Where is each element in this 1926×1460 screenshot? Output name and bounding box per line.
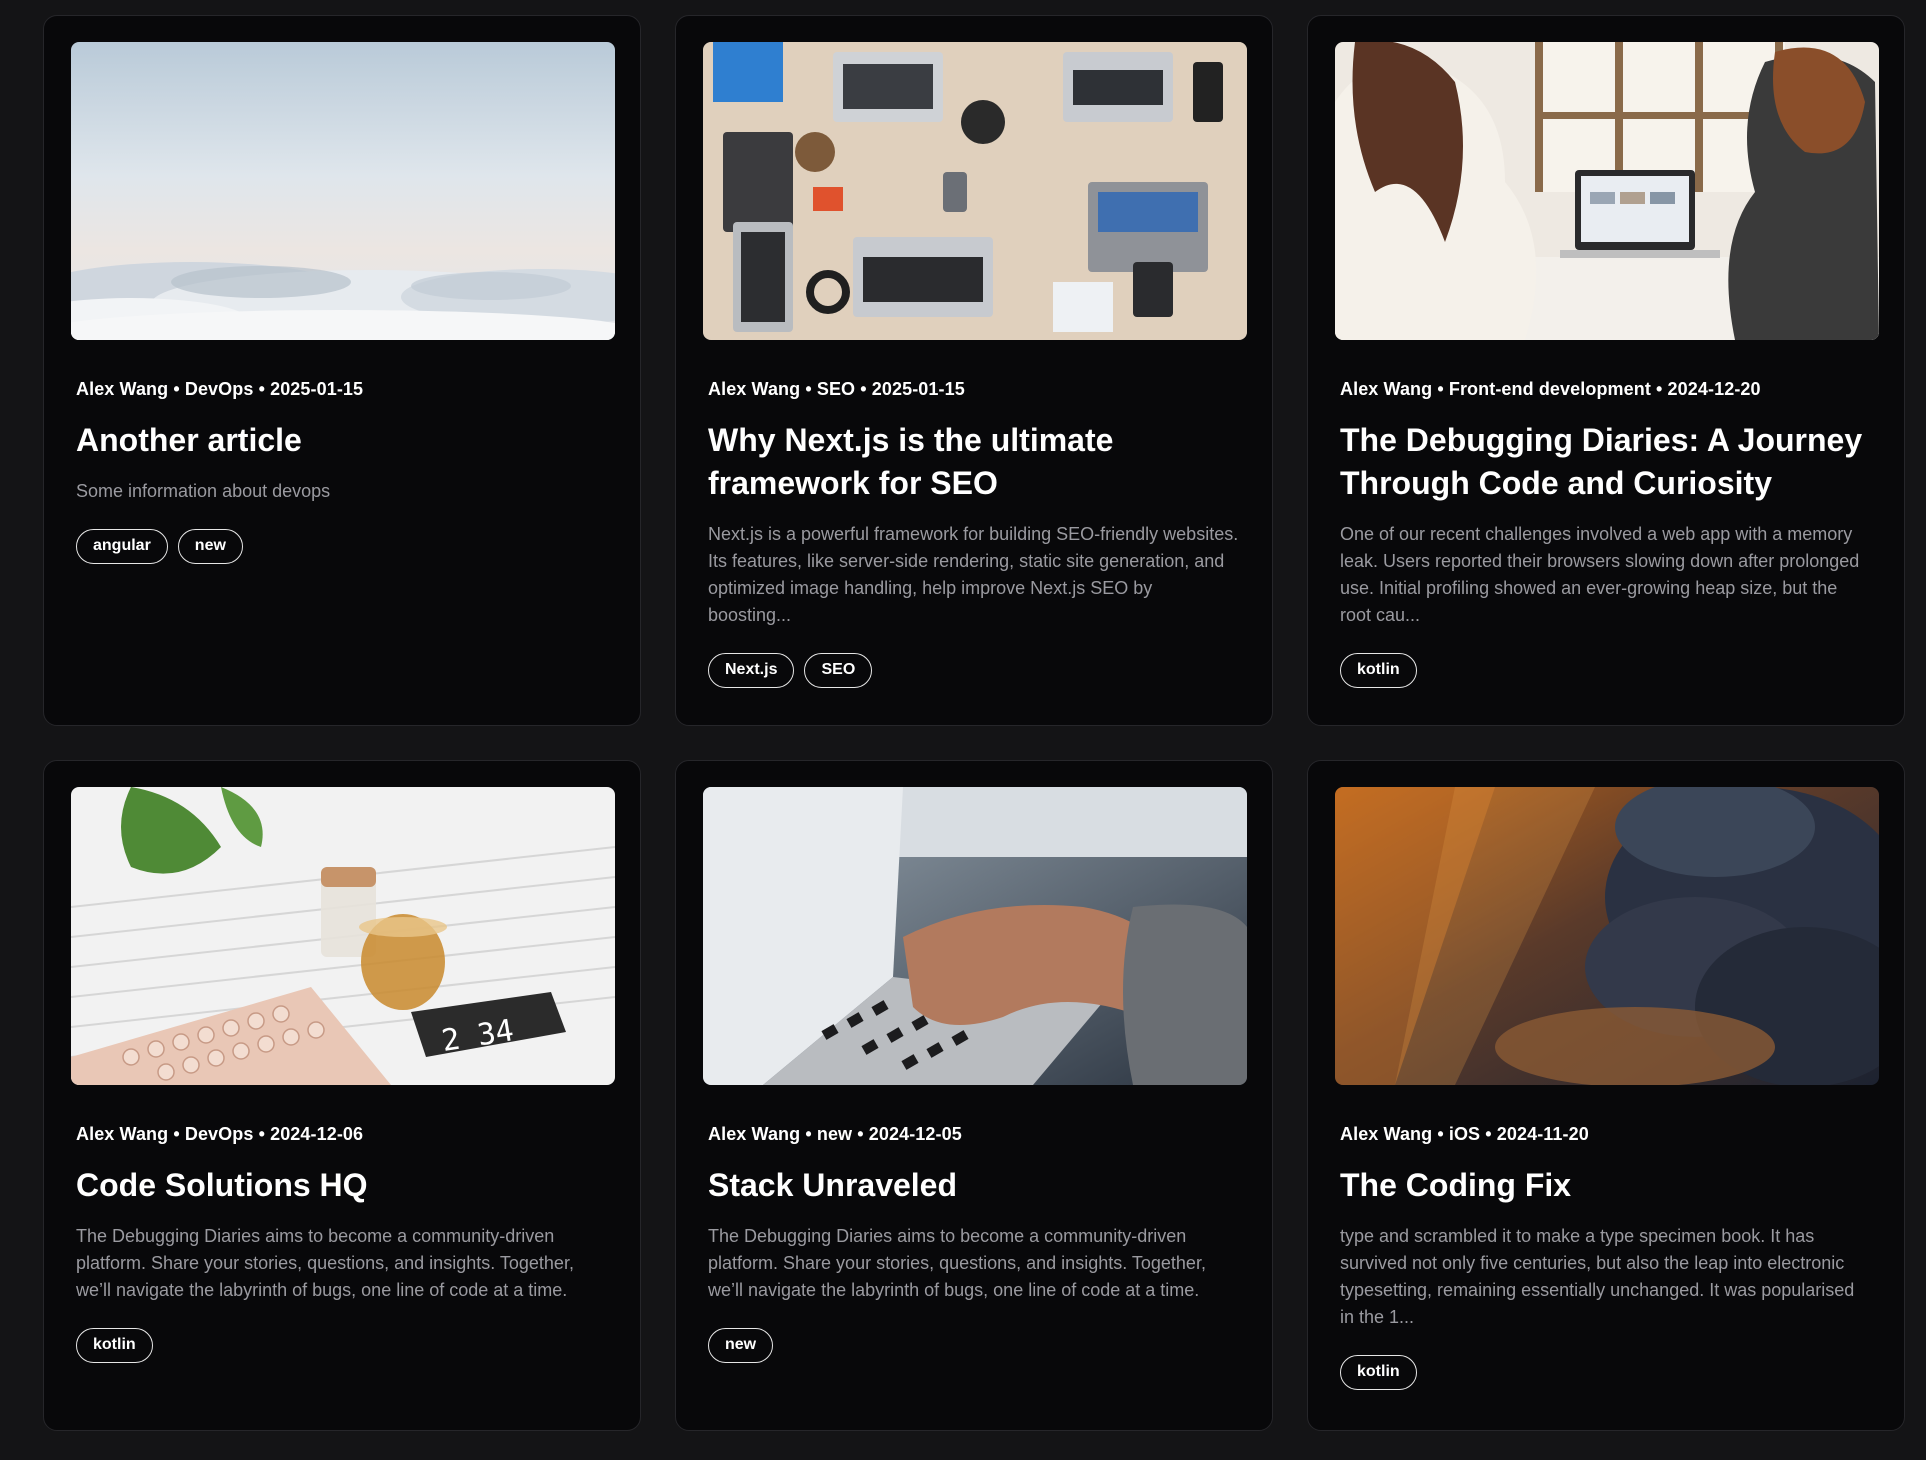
post-meta: Alex Wang • DevOps • 2024-12-06 bbox=[76, 1124, 364, 1144]
post-thumbnail[interactable] bbox=[1335, 42, 1879, 340]
post-card[interactable]: Alex Wang • DevOps • 2025-01-15 Another … bbox=[43, 15, 641, 726]
tag-list: angular new bbox=[76, 529, 608, 564]
post-excerpt: Some information about devops bbox=[76, 481, 331, 501]
post-meta: Alex Wang • iOS • 2024-11-20 bbox=[1340, 1124, 1589, 1144]
post-thumbnail[interactable] bbox=[71, 42, 615, 340]
post-meta: Alex Wang • new • 2024-12-05 bbox=[708, 1124, 962, 1144]
post-thumbnail[interactable]: 2 34 bbox=[71, 787, 615, 1085]
post-title[interactable]: The Coding Fix bbox=[1340, 1164, 1872, 1207]
tag-chip[interactable]: kotlin bbox=[1340, 1355, 1417, 1390]
keyboard-tea-image: 2 34 bbox=[71, 787, 615, 1085]
post-title[interactable]: Stack Unraveled bbox=[708, 1164, 1240, 1207]
sunset-clouds-image bbox=[1335, 787, 1879, 1085]
post-excerpt: The Debugging Diaries aims to become a c… bbox=[76, 1226, 574, 1300]
post-thumbnail[interactable] bbox=[703, 787, 1247, 1085]
post-card[interactable]: 2 34 Alex Wang • DevOps • 2024-12-06 Cod… bbox=[43, 760, 641, 1431]
post-excerpt: One of our recent challenges involved a … bbox=[1340, 524, 1860, 625]
tag-list: kotlin bbox=[76, 1328, 608, 1363]
post-card[interactable]: Alex Wang • iOS • 2024-11-20 The Coding … bbox=[1307, 760, 1905, 1431]
tag-chip[interactable]: new bbox=[708, 1328, 774, 1363]
women-laptop-image bbox=[1335, 42, 1879, 340]
post-card[interactable]: Alex Wang • Front-end development • 2024… bbox=[1307, 15, 1905, 726]
post-meta: Alex Wang • Front-end development • 2024… bbox=[1340, 379, 1761, 399]
post-grid: Alex Wang • DevOps • 2025-01-15 Another … bbox=[43, 15, 1905, 1431]
clouds-sky-image bbox=[71, 42, 615, 340]
post-title[interactable]: The Debugging Diaries: A Journey Through… bbox=[1340, 419, 1872, 505]
post-card[interactable]: Alex Wang • SEO • 2025-01-15 Why Next.js… bbox=[675, 15, 1273, 726]
post-title[interactable]: Another article bbox=[76, 419, 608, 462]
tag-chip[interactable]: SEO bbox=[804, 653, 873, 688]
post-excerpt: The Debugging Diaries aims to become a c… bbox=[708, 1226, 1206, 1300]
post-excerpt: Next.js is a powerful framework for buil… bbox=[708, 524, 1239, 625]
tag-chip[interactable]: angular bbox=[76, 529, 168, 564]
post-thumbnail[interactable] bbox=[1335, 787, 1879, 1085]
post-excerpt: type and scrambled it to make a type spe… bbox=[1340, 1226, 1855, 1327]
tag-chip[interactable]: kotlin bbox=[1340, 653, 1417, 688]
tag-list: Next.js SEO bbox=[708, 653, 1240, 688]
tag-list: new bbox=[708, 1328, 1240, 1363]
laptops-desk-image bbox=[703, 42, 1247, 340]
tag-list: kotlin bbox=[1340, 1355, 1872, 1390]
post-title[interactable]: Why Next.js is the ultimate framework fo… bbox=[708, 419, 1240, 505]
post-meta: Alex Wang • DevOps • 2025-01-15 bbox=[76, 379, 364, 399]
tag-chip[interactable]: Next.js bbox=[708, 653, 795, 688]
typing-laptop-image bbox=[703, 787, 1247, 1085]
tag-chip[interactable]: new bbox=[177, 529, 243, 564]
post-meta: Alex Wang • SEO • 2025-01-15 bbox=[708, 379, 965, 399]
tag-chip[interactable]: kotlin bbox=[76, 1328, 153, 1363]
post-title[interactable]: Code Solutions HQ bbox=[76, 1164, 608, 1207]
post-card[interactable]: Alex Wang • new • 2024-12-05 Stack Unrav… bbox=[675, 760, 1273, 1431]
tag-list: kotlin bbox=[1340, 653, 1872, 688]
post-thumbnail[interactable] bbox=[703, 42, 1247, 340]
